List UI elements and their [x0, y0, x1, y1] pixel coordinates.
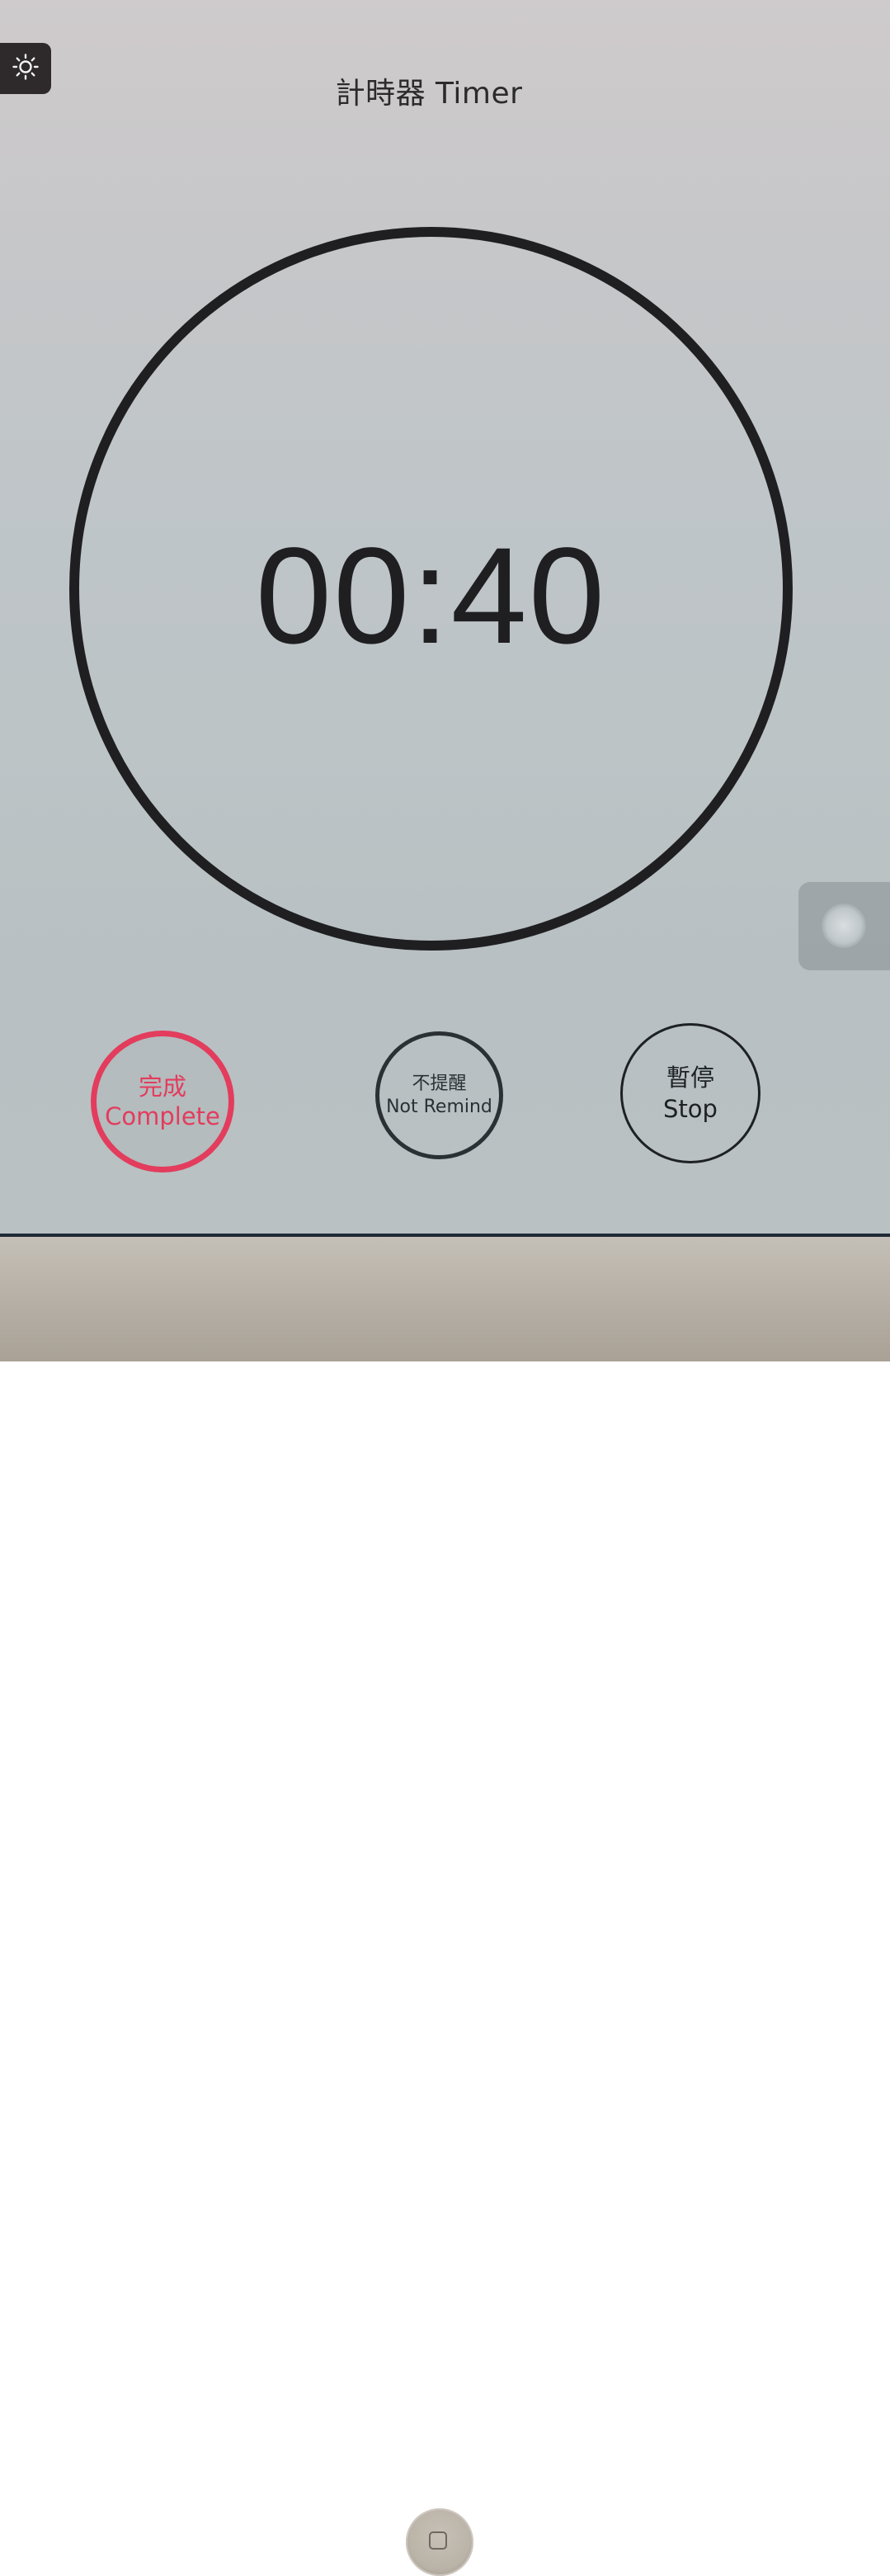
stop-label-cn: 暫停	[666, 1064, 714, 1092]
assistive-touch-button[interactable]	[798, 882, 890, 970]
home-square-icon	[429, 2531, 447, 2550]
not-remind-label-cn: 不提醒	[412, 1073, 467, 1094]
complete-button[interactable]: 完成 Complete	[91, 1031, 234, 1172]
complete-label-cn: 完成	[138, 1073, 186, 1101]
tablet-device: 計時器 Timer 00:40 完成 Complete 不提醒 Not Remi…	[0, 0, 890, 2576]
page-title: 計時器 Timer	[335, 77, 523, 111]
stop-label-en: Stop	[663, 1095, 718, 1123]
stop-button[interactable]: 暫停 Stop	[620, 1023, 761, 1163]
timer-display: 00:40	[255, 520, 607, 672]
app-screen: 計時器 Timer 00:40 完成 Complete 不提醒 Not Remi…	[0, 0, 890, 1237]
assistive-touch-icon	[822, 903, 866, 948]
home-button[interactable]	[406, 2508, 473, 2576]
not-remind-button[interactable]: 不提醒 Not Remind	[375, 1031, 503, 1159]
not-remind-label-en: Not Remind	[386, 1096, 492, 1117]
device-bezel	[0, 1237, 890, 2576]
complete-label-en: Complete	[105, 1102, 220, 1130]
